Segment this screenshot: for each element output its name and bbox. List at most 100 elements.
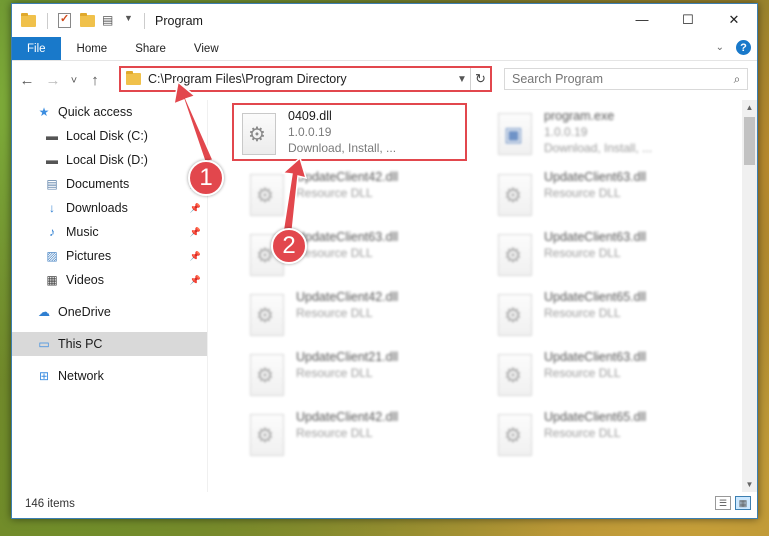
sidebar-item-label: Videos xyxy=(66,273,104,287)
file-tile[interactable]: UpdateClient63.dll Resource DLL xyxy=(480,346,715,404)
navigation-pane: ★ Quick access ▬ Local Disk (C:) ▬ Local… xyxy=(12,100,208,492)
tab-file[interactable]: File xyxy=(12,37,61,60)
tab-view[interactable]: View xyxy=(180,37,233,60)
videos-icon: ▦ xyxy=(46,273,58,287)
tab-share[interactable]: Share xyxy=(121,37,180,60)
title-divider xyxy=(144,12,145,29)
file-version: 1.0.0.19 xyxy=(288,125,332,139)
file-description: Resource DLL xyxy=(296,246,373,260)
file-name: UpdateClient42.dll xyxy=(296,170,399,184)
file-tile[interactable]: UpdateClient65.dll Resource DLL xyxy=(480,406,715,464)
search-input[interactable] xyxy=(505,72,727,86)
sidebar-item-this-pc[interactable]: ▭ This PC xyxy=(12,332,207,356)
file-name: UpdateClient63.dll xyxy=(544,350,647,364)
pin-icon[interactable]: 📌 xyxy=(190,275,201,286)
file-description: Resource DLL xyxy=(296,366,373,380)
file-tile[interactable]: UpdateClient21.dll Resource DLL xyxy=(232,346,467,404)
file-name: UpdateClient63.dll xyxy=(544,230,647,244)
file-description: Resource DLL xyxy=(544,426,621,440)
customize-toolbar-icon[interactable]: ▼ xyxy=(124,13,140,29)
search-icon[interactable]: ⌕ xyxy=(727,72,747,87)
vertical-scrollbar[interactable]: ▲ ▼ xyxy=(742,100,757,492)
sidebar-item-label: Documents xyxy=(66,177,130,191)
up-button[interactable]: ↑ xyxy=(84,72,106,89)
file-tile-text: UpdateClient63.dll Resource DLL xyxy=(296,226,398,284)
scrollbar-thumb[interactable] xyxy=(744,117,755,165)
rename-icon[interactable]: ▤ xyxy=(102,13,118,29)
item-count: 146 items xyxy=(25,498,75,510)
ribbon-tabs: File Home Share View ⌄ ? xyxy=(12,37,757,61)
sidebar-item-label: Local Disk (C:) xyxy=(66,129,148,143)
sidebar-item-documents[interactable]: ▤ Documents 📌 xyxy=(12,172,207,196)
dll-file-icon xyxy=(498,294,532,336)
sidebar-item-label: Quick access xyxy=(58,105,133,119)
file-tile[interactable]: UpdateClient63.dll Resource DLL xyxy=(480,226,715,284)
tab-home[interactable]: Home xyxy=(63,37,122,60)
scroll-up-icon[interactable]: ▲ xyxy=(742,100,757,115)
file-name: UpdateClient42.dll xyxy=(296,290,399,304)
file-tile-text: UpdateClient65.dll Resource DLL xyxy=(544,406,646,464)
sidebar-item-quick-access[interactable]: ★ Quick access xyxy=(12,100,207,124)
file-description: Resource DLL xyxy=(544,366,621,380)
file-description: Resource DLL xyxy=(296,186,373,200)
dll-file-icon xyxy=(498,354,532,396)
refresh-icon[interactable]: ↻ xyxy=(470,68,490,90)
address-dropdown-icon[interactable]: ▼ xyxy=(454,74,470,85)
toolbar-divider xyxy=(47,12,48,29)
documents-icon: ▤ xyxy=(46,177,58,191)
file-tile-text: UpdateClient63.dll Resource DLL xyxy=(544,226,646,284)
sidebar-item-videos[interactable]: ▦ Videos 📌 xyxy=(12,268,207,292)
dll-file-icon xyxy=(250,354,284,396)
sidebar-item-local-disk-d[interactable]: ▬ Local Disk (D:) xyxy=(12,148,207,172)
pin-icon[interactable]: 📌 xyxy=(190,227,201,238)
file-tile[interactable]: UpdateClient63.dll Resource DLL xyxy=(232,226,467,284)
pin-icon[interactable]: 📌 xyxy=(190,203,201,214)
sidebar-item-onedrive[interactable]: ☁ OneDrive xyxy=(12,300,207,324)
pin-icon[interactable]: 📌 xyxy=(190,251,201,262)
file-tile[interactable]: UpdateClient63.dll Resource DLL xyxy=(480,166,715,224)
properties-icon[interactable] xyxy=(58,12,74,29)
file-tile[interactable]: UpdateClient42.dll Resource DLL xyxy=(232,286,467,344)
file-description: Resource DLL xyxy=(544,186,621,200)
back-button[interactable]: ← xyxy=(16,72,38,89)
pictures-icon: ▨ xyxy=(46,249,58,263)
file-tile[interactable]: UpdateClient65.dll Resource DLL xyxy=(480,286,715,344)
file-tile-0409-dll[interactable]: 0409.dll 1.0.0.19 Download, Install, ... xyxy=(232,103,467,161)
file-tile-text: UpdateClient65.dll Resource DLL xyxy=(544,286,646,344)
status-bar: 146 items ☰ ▦ xyxy=(12,490,757,518)
large-icons-view-icon[interactable]: ▦ xyxy=(735,496,751,510)
file-tile-text: UpdateClient42.dll Resource DLL xyxy=(296,166,398,224)
file-tile[interactable]: program.exe 1.0.0.19 Download, Install, … xyxy=(480,105,715,163)
computer-icon: ▭ xyxy=(38,337,50,351)
annotation-badge-1: 1 xyxy=(188,160,224,196)
minimize-button[interactable]: — xyxy=(619,4,665,35)
view-switcher: ☰ ▦ xyxy=(715,496,751,510)
dll-file-icon xyxy=(242,113,276,155)
recent-locations-button[interactable]: ˅ xyxy=(68,75,80,87)
forward-button[interactable]: → xyxy=(42,72,64,89)
address-path[interactable]: C:\Program Files\Program Directory xyxy=(148,72,454,86)
new-folder-icon[interactable] xyxy=(80,12,96,29)
sidebar-item-network[interactable]: ⊞ Network xyxy=(12,364,207,388)
close-button[interactable]: ✕ xyxy=(711,4,757,35)
sidebar-item-music[interactable]: ♪ Music 📌 xyxy=(12,220,207,244)
address-bar[interactable]: C:\Program Files\Program Directory ▼ ↻ xyxy=(119,66,492,92)
file-name: UpdateClient65.dll xyxy=(544,410,647,424)
file-tile-text: UpdateClient21.dll Resource DLL xyxy=(296,346,398,404)
file-tile[interactable]: UpdateClient42.dll Resource DLL xyxy=(232,406,467,464)
file-tile-text: UpdateClient63.dll Resource DLL xyxy=(544,166,646,224)
dll-file-icon xyxy=(498,414,532,456)
details-view-icon[interactable]: ☰ xyxy=(715,496,731,510)
chevron-down-icon[interactable]: ⌄ xyxy=(716,42,724,53)
file-name: 0409.dll xyxy=(288,109,332,123)
help-icon[interactable]: ? xyxy=(736,40,751,55)
sidebar-item-pictures[interactable]: ▨ Pictures 📌 xyxy=(12,244,207,268)
file-tile[interactable]: UpdateClient42.dll Resource DLL xyxy=(232,166,467,224)
dll-file-icon xyxy=(498,234,532,276)
sidebar-item-downloads[interactable]: ↓ Downloads 📌 xyxy=(12,196,207,220)
sidebar-item-local-disk-c[interactable]: ▬ Local Disk (C:) xyxy=(12,124,207,148)
search-box[interactable]: ⌕ xyxy=(504,68,748,90)
maximize-button[interactable]: ☐ xyxy=(665,4,711,35)
